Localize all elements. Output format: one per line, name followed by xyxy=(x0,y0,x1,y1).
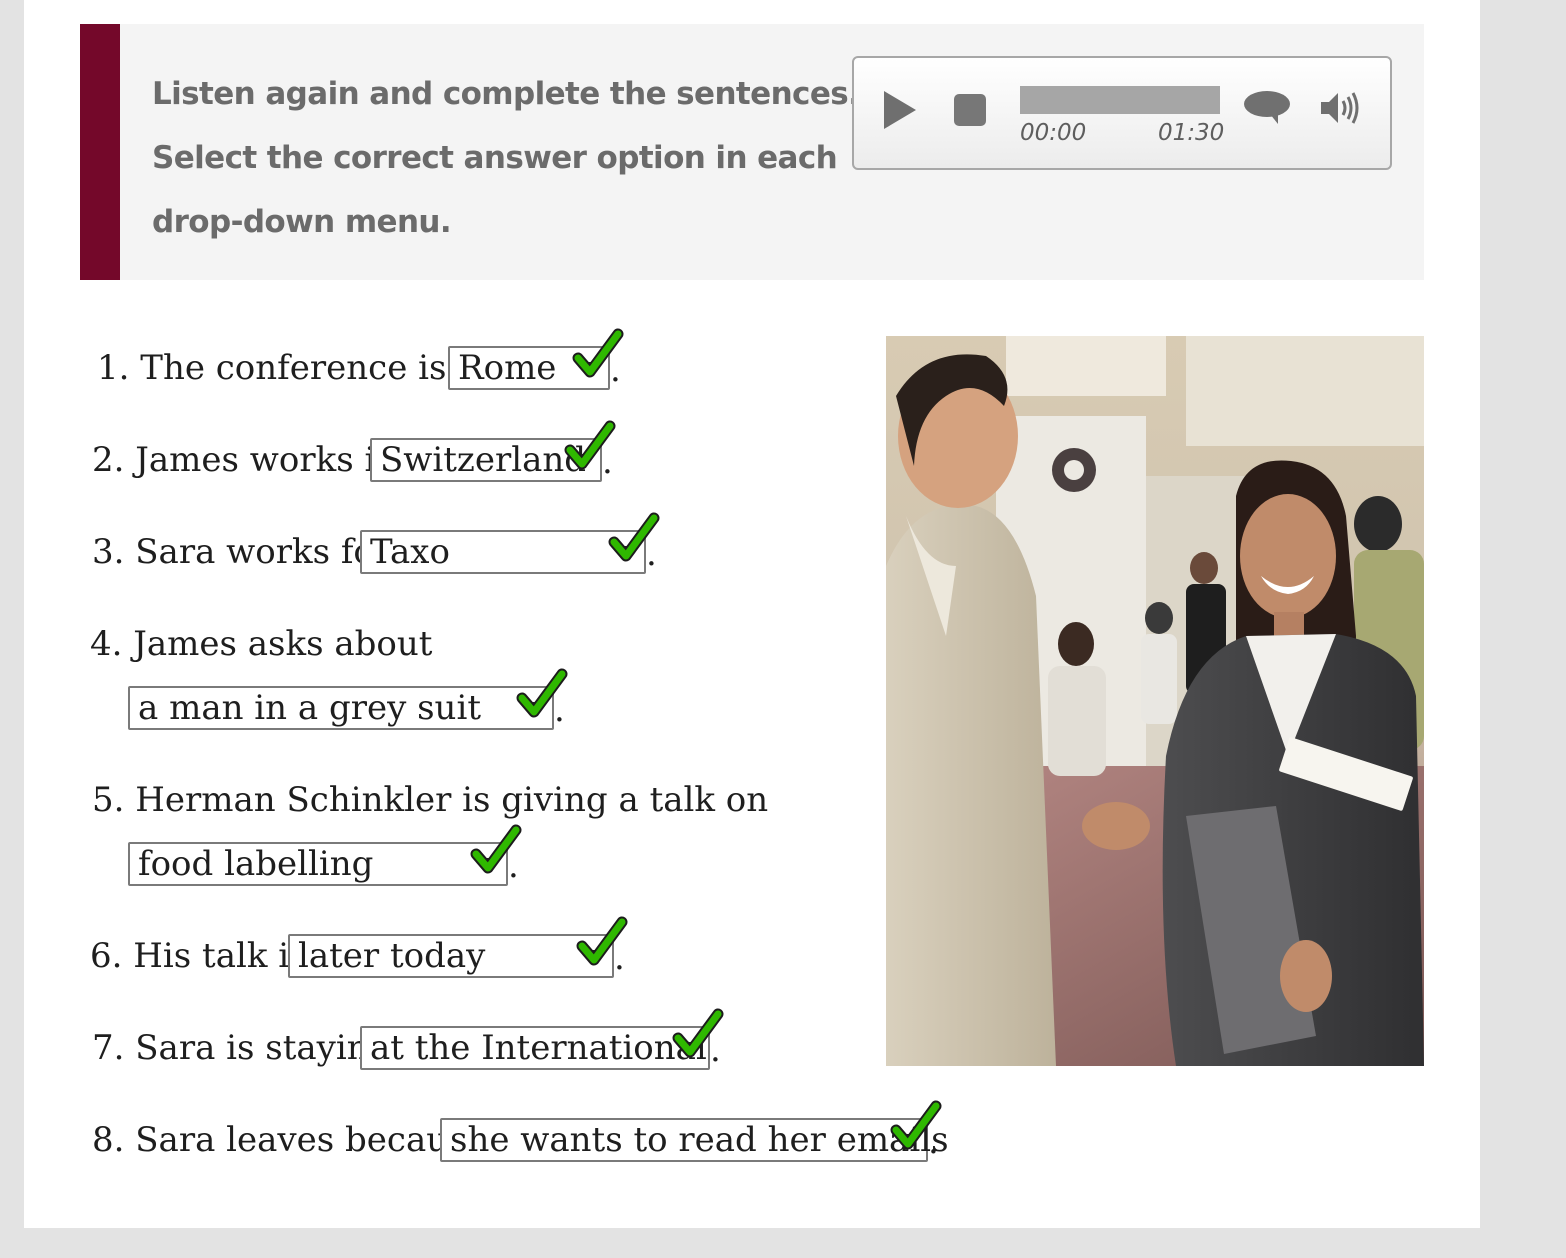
instructions-line-3: drop-down menu. xyxy=(152,204,452,240)
dropdown-value: Switzerland xyxy=(380,440,587,480)
question-prompt: The conference is in xyxy=(140,348,491,388)
question-7: 7. Sara is staying xyxy=(92,1028,390,1068)
check-icon xyxy=(572,328,624,378)
question-number: 6. xyxy=(90,936,123,976)
dropdown-value: food labelling xyxy=(138,844,374,884)
answer-dropdown-7[interactable]: at the International xyxy=(360,1026,710,1070)
instructions-text: Listen again and complete the sentences.… xyxy=(152,62,860,254)
answer-dropdown-8[interactable]: she wants to read her emails xyxy=(440,1118,949,1162)
total-time: 01:30 xyxy=(1158,120,1225,146)
caption-icon[interactable] xyxy=(1242,88,1292,128)
question-6: 6. His talk is xyxy=(90,936,307,976)
question-2: 2. James works in xyxy=(92,440,397,480)
question-prompt: Sara leaves because xyxy=(135,1120,486,1160)
check-icon xyxy=(890,1100,942,1150)
question-prompt: His talk is xyxy=(133,936,307,976)
audio-player: 00:00 01:30 xyxy=(852,56,1392,170)
question-1: 1. The conference is in xyxy=(97,348,490,388)
conference-photo xyxy=(886,336,1424,1066)
stop-icon[interactable] xyxy=(954,94,986,126)
instructions-line-2: Select the correct answer option in each xyxy=(152,140,838,176)
progress-track[interactable] xyxy=(1020,86,1220,114)
dropdown-value: she wants to read her emails xyxy=(450,1120,949,1160)
question-number: 4. xyxy=(90,624,123,664)
question-number: 7. xyxy=(92,1028,125,1068)
question-8: 8. Sara leaves because xyxy=(92,1120,486,1160)
check-icon xyxy=(672,1008,724,1058)
answer-dropdown-6[interactable]: later today xyxy=(288,934,614,978)
dropdown-value: a man in a grey suit xyxy=(138,688,481,728)
question-prompt: James asks about xyxy=(133,624,433,664)
instructions-panel: Listen again and complete the sentences.… xyxy=(80,24,1424,280)
check-icon xyxy=(516,668,568,718)
check-icon xyxy=(576,916,628,966)
instructions-line-1: Listen again and complete the sentences. xyxy=(152,76,860,112)
question-number: 2. xyxy=(92,440,125,480)
question-number: 3. xyxy=(92,532,125,572)
dropdown-value: Taxo xyxy=(370,532,450,572)
check-icon xyxy=(470,824,522,874)
accent-bar xyxy=(80,24,120,280)
question-prompt: Sara works for xyxy=(135,532,391,572)
check-icon xyxy=(608,512,660,562)
question-5: 5. Herman Schinkler is giving a talk on xyxy=(92,780,768,820)
current-time: 00:00 xyxy=(1020,120,1087,146)
question-4: 4. James asks about xyxy=(90,624,432,664)
question-number: 8. xyxy=(92,1120,125,1160)
check-icon xyxy=(564,420,616,470)
volume-icon[interactable] xyxy=(1318,88,1364,128)
play-icon[interactable] xyxy=(880,88,920,132)
question-number: 5. xyxy=(92,780,125,820)
question-prompt: Herman Schinkler is giving a talk on xyxy=(135,780,769,820)
dropdown-value: at the International xyxy=(370,1028,707,1068)
question-prompt: James works in xyxy=(135,440,398,480)
question-number: 1. xyxy=(97,348,130,388)
dropdown-value: later today xyxy=(298,936,486,976)
answer-dropdown-5[interactable]: food labelling xyxy=(128,842,508,886)
answer-dropdown-4[interactable]: a man in a grey suit xyxy=(128,686,554,730)
dropdown-value: Rome xyxy=(458,348,557,388)
answer-dropdown-3[interactable]: Taxo xyxy=(360,530,646,574)
question-prompt: Sara is staying xyxy=(135,1028,391,1068)
question-3: 3. Sara works for xyxy=(92,532,390,572)
